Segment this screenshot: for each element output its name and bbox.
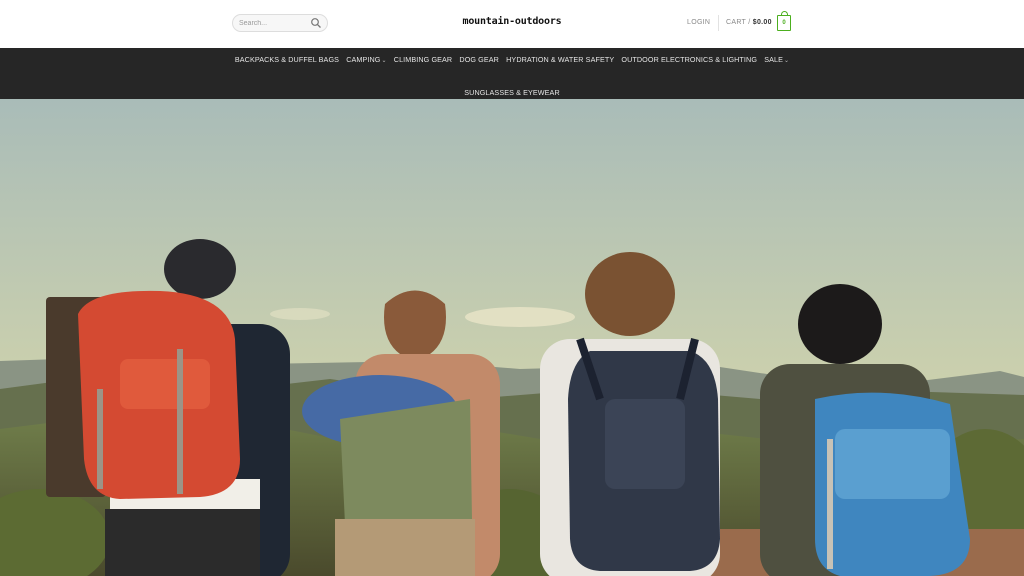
nav-item-dog-gear[interactable]: DOG GEAR xyxy=(456,56,503,65)
nav-row-primary: BACKPACKS & DUFFEL BAGS CAMPING⌄ CLIMBING … xyxy=(0,56,1024,65)
cart-total: $0.00 xyxy=(752,19,772,26)
cart-link[interactable]: CART / $0.00 xyxy=(726,19,772,26)
nav-item-sale[interactable]: SALE⌄ xyxy=(761,56,793,65)
chevron-down-icon: ⌄ xyxy=(381,58,387,64)
header-divider xyxy=(718,15,719,31)
nav-item-hydration-and-water-safety[interactable]: HYDRATION & WATER SAFETY xyxy=(503,56,618,65)
nav-item-backpacks-and-duffel-bags[interactable]: BACKPACKS & DUFFEL BAGS xyxy=(231,56,342,65)
site-logo[interactable]: mountain-outdoors xyxy=(0,16,1024,27)
cart-label: CART / xyxy=(726,19,751,26)
nav-item-label: DOG GEAR xyxy=(459,55,499,64)
site-header: mountain-outdoors LOGIN CART / $0.00 0 xyxy=(0,0,1024,48)
nav-item-label: OUTDOOR ELECTRONICS & LIGHTING xyxy=(621,55,758,64)
nav-item-label: SUNGLASSES & EYEWEAR xyxy=(464,88,560,97)
nav-item-label: SALE xyxy=(764,55,783,64)
cart-bag-icon[interactable]: 0 xyxy=(777,11,791,31)
nav-item-label: CLIMBING GEAR xyxy=(393,55,453,64)
hero-image-hikers xyxy=(0,99,1024,576)
main-navigation: BACKPACKS & DUFFEL BAGS CAMPING⌄ CLIMBING … xyxy=(0,48,1024,99)
chevron-down-icon: ⌄ xyxy=(783,58,790,64)
nav-item-label: CAMPING xyxy=(346,55,381,64)
nav-item-label: BACKPACKS & DUFFEL BAGS xyxy=(234,55,340,64)
login-link[interactable]: LOGIN xyxy=(687,19,710,26)
nav-item-label: HYDRATION & WATER SAFETY xyxy=(506,55,615,64)
cart-count: 0 xyxy=(782,20,786,26)
nav-row-secondary: SUNGLASSES & EYEWEAR xyxy=(0,82,1024,100)
nav-item-outdoor-electronics-and-lighting[interactable]: OUTDOOR ELECTRONICS & LIGHTING xyxy=(618,56,761,65)
nav-item-camping[interactable]: CAMPING⌄ xyxy=(343,56,391,65)
nav-item-sunglasses-and-eyewear[interactable]: SUNGLASSES & EYEWEAR xyxy=(461,88,564,97)
nav-item-climbing-gear[interactable]: CLIMBING GEAR xyxy=(390,56,456,65)
hero-banner xyxy=(0,99,1024,576)
